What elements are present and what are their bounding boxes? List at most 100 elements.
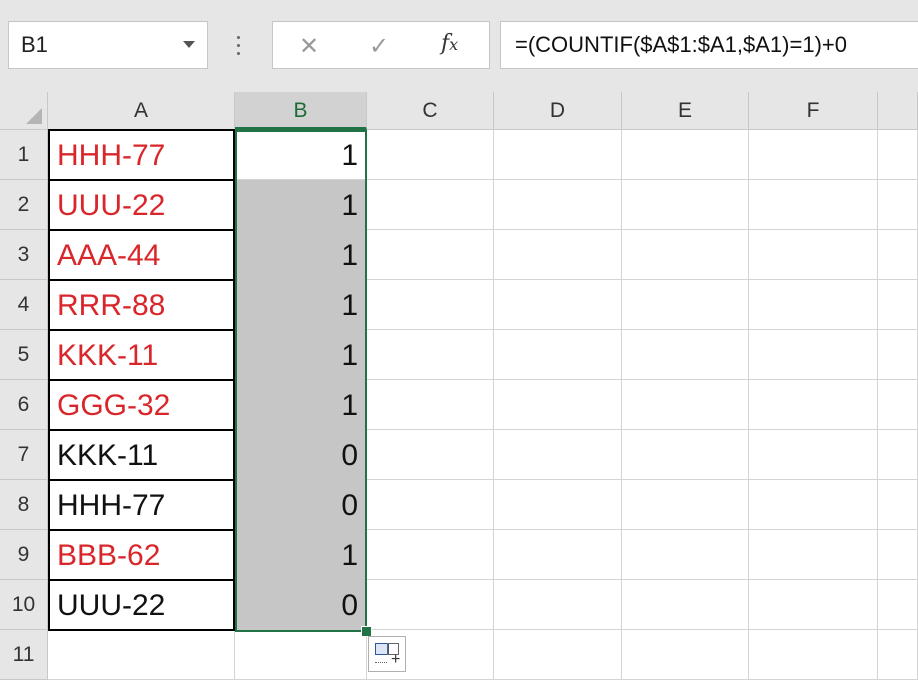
row-header-10[interactable]: 10 <box>0 580 48 630</box>
cell-f10[interactable] <box>749 580 878 630</box>
cell-f4[interactable] <box>749 280 878 330</box>
cell-b8[interactable]: 0 <box>235 480 367 530</box>
cell-g11[interactable] <box>878 630 918 680</box>
cell-g6[interactable] <box>878 380 918 430</box>
cell-c7[interactable] <box>367 430 494 480</box>
cell-b10[interactable]: 0 <box>235 580 367 630</box>
enter-icon[interactable]: ✓ <box>369 32 389 61</box>
cell-e3[interactable] <box>622 230 749 280</box>
cell-f3[interactable] <box>749 230 878 280</box>
column-header-e[interactable]: E <box>622 92 749 130</box>
cell-g3[interactable] <box>878 230 918 280</box>
select-all-corner[interactable] <box>0 92 48 130</box>
cell-c10[interactable] <box>367 580 494 630</box>
column-header-b[interactable]: B <box>235 92 367 130</box>
cell-a3[interactable]: AAA-44 <box>48 230 235 280</box>
cell-f11[interactable] <box>749 630 878 680</box>
cell-e6[interactable] <box>622 380 749 430</box>
cell-b1[interactable]: 1 <box>235 130 367 180</box>
cell-a9[interactable]: BBB-62 <box>48 530 235 580</box>
cell-d4[interactable] <box>494 280 622 330</box>
name-box[interactable]: B1 <box>8 21 208 69</box>
cell-c5[interactable] <box>367 330 494 380</box>
cell-c4[interactable] <box>367 280 494 330</box>
cell-a1[interactable]: HHH-77 <box>48 130 235 180</box>
cell-e4[interactable] <box>622 280 749 330</box>
cell-d10[interactable] <box>494 580 622 630</box>
row-header-11[interactable]: 11 <box>0 630 48 680</box>
column-header-c[interactable]: C <box>367 92 494 130</box>
cell-d3[interactable] <box>494 230 622 280</box>
cell-d6[interactable] <box>494 380 622 430</box>
cell-c2[interactable] <box>367 180 494 230</box>
cell-e1[interactable] <box>622 130 749 180</box>
more-options-icon[interactable] <box>237 36 241 58</box>
cell-a6[interactable]: GGG-32 <box>48 380 235 430</box>
cell-d11[interactable] <box>494 630 622 680</box>
cell-d7[interactable] <box>494 430 622 480</box>
cell-c1[interactable] <box>367 130 494 180</box>
cell-a11[interactable] <box>48 630 235 680</box>
cell-b4[interactable]: 1 <box>235 280 367 330</box>
cancel-icon[interactable]: ✕ <box>299 32 319 61</box>
cell-b6[interactable]: 1 <box>235 380 367 430</box>
row-header-1[interactable]: 1 <box>0 130 48 180</box>
cell-b7[interactable]: 0 <box>235 430 367 480</box>
cell-d9[interactable] <box>494 530 622 580</box>
cell-b2[interactable]: 1 <box>235 180 367 230</box>
cell-f7[interactable] <box>749 430 878 480</box>
cell-e9[interactable] <box>622 530 749 580</box>
column-header-g[interactable] <box>878 92 918 130</box>
row-header-8[interactable]: 8 <box>0 480 48 530</box>
row-header-5[interactable]: 5 <box>0 330 48 380</box>
row-header-7[interactable]: 7 <box>0 430 48 480</box>
quick-analysis-button[interactable]: + <box>368 636 406 672</box>
cell-g4[interactable] <box>878 280 918 330</box>
cell-c3[interactable] <box>367 230 494 280</box>
column-header-f[interactable]: F <box>749 92 878 130</box>
cell-g7[interactable] <box>878 430 918 480</box>
cell-e7[interactable] <box>622 430 749 480</box>
cell-b9[interactable]: 1 <box>235 530 367 580</box>
formula-input[interactable]: =(COUNTIF($A$1:$A1,$A1)=1)+0 <box>500 21 918 69</box>
cell-c6[interactable] <box>367 380 494 430</box>
cell-g1[interactable] <box>878 130 918 180</box>
cell-a4[interactable]: RRR-88 <box>48 280 235 330</box>
cell-c9[interactable] <box>367 530 494 580</box>
cell-g8[interactable] <box>878 480 918 530</box>
cell-b5[interactable]: 1 <box>235 330 367 380</box>
row-header-6[interactable]: 6 <box>0 380 48 430</box>
column-header-d[interactable]: D <box>494 92 622 130</box>
cell-e8[interactable] <box>622 480 749 530</box>
cell-g2[interactable] <box>878 180 918 230</box>
cell-f5[interactable] <box>749 330 878 380</box>
fx-icon[interactable]: fx <box>441 31 458 56</box>
cell-c8[interactable] <box>367 480 494 530</box>
cell-f8[interactable] <box>749 480 878 530</box>
cell-d8[interactable] <box>494 480 622 530</box>
column-header-a[interactable]: A <box>48 92 235 130</box>
cell-f9[interactable] <box>749 530 878 580</box>
cell-d5[interactable] <box>494 330 622 380</box>
row-header-4[interactable]: 4 <box>0 280 48 330</box>
cell-g10[interactable] <box>878 580 918 630</box>
cell-a5[interactable]: KKK-11 <box>48 330 235 380</box>
cell-g9[interactable] <box>878 530 918 580</box>
row-header-2[interactable]: 2 <box>0 180 48 230</box>
cell-b11[interactable] <box>235 630 367 680</box>
cell-e5[interactable] <box>622 330 749 380</box>
cell-d1[interactable] <box>494 130 622 180</box>
cell-d2[interactable] <box>494 180 622 230</box>
cell-f2[interactable] <box>749 180 878 230</box>
cell-e2[interactable] <box>622 180 749 230</box>
cell-f6[interactable] <box>749 380 878 430</box>
row-header-3[interactable]: 3 <box>0 230 48 280</box>
cell-g5[interactable] <box>878 330 918 380</box>
cell-a8[interactable]: HHH-77 <box>48 480 235 530</box>
chevron-down-icon[interactable] <box>183 41 195 48</box>
cell-a7[interactable]: KKK-11 <box>48 430 235 480</box>
cell-f1[interactable] <box>749 130 878 180</box>
cell-a10[interactable]: UUU-22 <box>48 580 235 630</box>
cell-e11[interactable] <box>622 630 749 680</box>
cell-b3[interactable]: 1 <box>235 230 367 280</box>
